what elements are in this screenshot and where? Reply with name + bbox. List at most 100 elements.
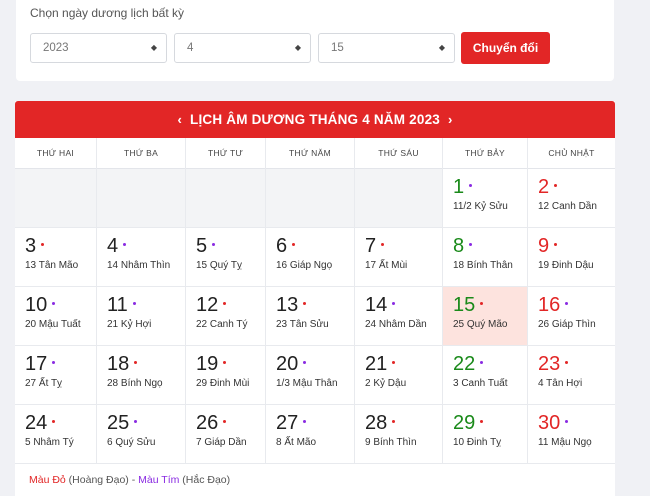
bad-day-dot-icon xyxy=(132,302,136,306)
good-day-dot-icon xyxy=(41,243,45,247)
solar-day-number: 5 xyxy=(196,235,208,257)
prev-month-icon[interactable]: ‹ xyxy=(169,112,190,127)
day-cell[interactable]: 18 28 Bính Ngọ xyxy=(97,346,186,405)
calendar-header: ‹ LỊCH ÂM DƯƠNG THÁNG 4 NĂM 2023 › xyxy=(15,101,615,138)
day-cell[interactable]: 4 14 Nhâm Thìn xyxy=(97,228,186,287)
good-day-dot-icon xyxy=(134,361,138,365)
calendar-grid: 1 11/2 Kỷ Sửu 2 12 Canh Dần 3 13 Tân Mão 4 14 N… xyxy=(15,169,615,464)
bad-day-dot-icon xyxy=(469,243,473,247)
next-month-icon[interactable]: › xyxy=(440,112,461,127)
solar-day-number: 25 xyxy=(107,412,130,434)
year-select[interactable]: 2023 ◆ xyxy=(30,33,167,63)
good-day-dot-icon xyxy=(52,420,56,424)
day-cell[interactable]: 15 25 Quý Mão xyxy=(443,287,528,346)
solar-date: 6 xyxy=(276,235,354,257)
date-picker-panel: Chọn ngày dương lịch bất kỳ 2023 ◆ 4 ◆ 1… xyxy=(16,0,614,81)
solar-day-number: 21 xyxy=(365,353,388,375)
lunar-date: 27 Ất Tỵ xyxy=(25,378,63,389)
solar-day-number: 29 xyxy=(453,412,476,434)
day-cell[interactable]: 17 27 Ất Tỵ xyxy=(15,346,97,405)
solar-day-number: 2 xyxy=(538,176,550,198)
day-cell[interactable]: 14 24 Nhâm Dần xyxy=(355,287,443,346)
day-cell[interactable]: 20 1/3 Mậu Thân xyxy=(266,346,355,405)
solar-day-number: 1 xyxy=(453,176,465,198)
day-cell[interactable]: 16 26 Giáp Thìn xyxy=(528,287,615,346)
updown-arrow-icon: ◆ xyxy=(294,43,301,52)
lunar-date: 22 Canh Tý xyxy=(196,319,248,330)
solar-date: 30 xyxy=(538,412,615,434)
year-value: 2023 xyxy=(43,42,69,54)
solar-day-number: 12 xyxy=(196,294,219,316)
weekday-label: THỨ BẢY xyxy=(443,138,528,169)
solar-date: 23 xyxy=(538,353,615,375)
solar-day-number: 15 xyxy=(453,294,476,316)
solar-day-number: 19 xyxy=(196,353,219,375)
legend-purple-desc: (Hắc Đạo) xyxy=(179,474,231,486)
lunar-date: 24 Nhâm Dần xyxy=(365,319,427,330)
day-cell[interactable]: 11 21 Kỷ Hợi xyxy=(97,287,186,346)
solar-date: 16 xyxy=(538,294,615,316)
day-cell[interactable]: 22 3 Canh Tuất xyxy=(443,346,528,405)
convert-button[interactable]: Chuyển đổi xyxy=(461,32,550,64)
lunar-date: 1/3 Mậu Thân xyxy=(276,378,338,389)
day-cell[interactable]: 10 20 Mậu Tuất xyxy=(15,287,97,346)
good-day-dot-icon xyxy=(554,184,558,188)
day-cell[interactable]: 6 16 Giáp Ngọ xyxy=(266,228,355,287)
good-day-dot-icon xyxy=(303,302,307,306)
solar-day-number: 6 xyxy=(276,235,288,257)
solar-date: 22 xyxy=(453,353,527,375)
day-select[interactable]: 15 ◆ xyxy=(318,33,455,63)
day-cell[interactable]: 13 23 Tân Sửu xyxy=(266,287,355,346)
good-day-dot-icon xyxy=(223,420,227,424)
day-cell[interactable]: 2 12 Canh Dần xyxy=(528,169,615,228)
solar-date: 27 xyxy=(276,412,354,434)
good-day-dot-icon xyxy=(480,302,484,306)
day-cell[interactable]: 25 6 Quý Sửu xyxy=(97,405,186,464)
solar-date: 25 xyxy=(107,412,185,434)
day-cell[interactable]: 7 17 Ất Mùi xyxy=(355,228,443,287)
month-select[interactable]: 4 ◆ xyxy=(174,33,311,63)
day-cell[interactable]: 8 18 Bính Thân xyxy=(443,228,528,287)
day-cell[interactable]: 9 19 Đinh Dậu xyxy=(528,228,615,287)
legend: Màu Đỏ (Hoàng Đạo) - Màu Tím (Hắc Đạo) xyxy=(29,474,230,486)
day-cell[interactable]: 26 7 Giáp Dần xyxy=(186,405,266,464)
lunar-date: 29 Đinh Mùi xyxy=(196,378,250,389)
day-cell[interactable]: 1 11/2 Kỷ Sửu xyxy=(443,169,528,228)
weekday-label: THỨ NĂM xyxy=(266,138,355,169)
day-cell[interactable]: 23 4 Tân Hợi xyxy=(528,346,615,405)
solar-date: 15 xyxy=(453,294,527,316)
day-cell[interactable]: 5 15 Quý Tỵ xyxy=(186,228,266,287)
lunar-date: 4 Tân Hợi xyxy=(538,378,583,389)
solar-date: 9 xyxy=(538,235,615,257)
solar-day-number: 4 xyxy=(107,235,119,257)
solar-day-number: 17 xyxy=(25,353,48,375)
solar-date: 14 xyxy=(365,294,442,316)
lunar-date: 11/2 Kỷ Sửu xyxy=(453,201,508,212)
day-cell[interactable]: 19 29 Đinh Mùi xyxy=(186,346,266,405)
day-cell[interactable]: 27 8 Ất Mão xyxy=(266,405,355,464)
lunar-date: 17 Ất Mùi xyxy=(365,260,408,271)
empty-day-cell xyxy=(355,169,443,228)
solar-day-number: 9 xyxy=(538,235,550,257)
updown-arrow-icon: ◆ xyxy=(438,43,445,52)
empty-day-cell xyxy=(266,169,355,228)
day-cell[interactable]: 29 10 Đinh Tỵ xyxy=(443,405,528,464)
solar-date: 29 xyxy=(453,412,527,434)
solar-day-number: 7 xyxy=(365,235,377,257)
solar-day-number: 10 xyxy=(25,294,48,316)
day-cell[interactable]: 30 11 Mậu Ngọ xyxy=(528,405,615,464)
day-cell[interactable]: 12 22 Canh Tý xyxy=(186,287,266,346)
day-cell[interactable]: 3 13 Tân Mão xyxy=(15,228,97,287)
solar-date: 21 xyxy=(365,353,442,375)
day-cell[interactable]: 28 9 Bính Thìn xyxy=(355,405,443,464)
bad-day-dot-icon xyxy=(303,420,307,424)
bad-day-dot-icon xyxy=(212,243,216,247)
solar-date: 10 xyxy=(25,294,96,316)
day-cell[interactable]: 21 2 Kỷ Dậu xyxy=(355,346,443,405)
solar-day-number: 22 xyxy=(453,353,476,375)
weekday-label: THỨ HAI xyxy=(15,138,97,169)
good-day-dot-icon xyxy=(381,243,385,247)
solar-day-number: 14 xyxy=(365,294,388,316)
solar-date: 1 xyxy=(453,176,527,198)
day-cell[interactable]: 24 5 Nhâm Tý xyxy=(15,405,97,464)
